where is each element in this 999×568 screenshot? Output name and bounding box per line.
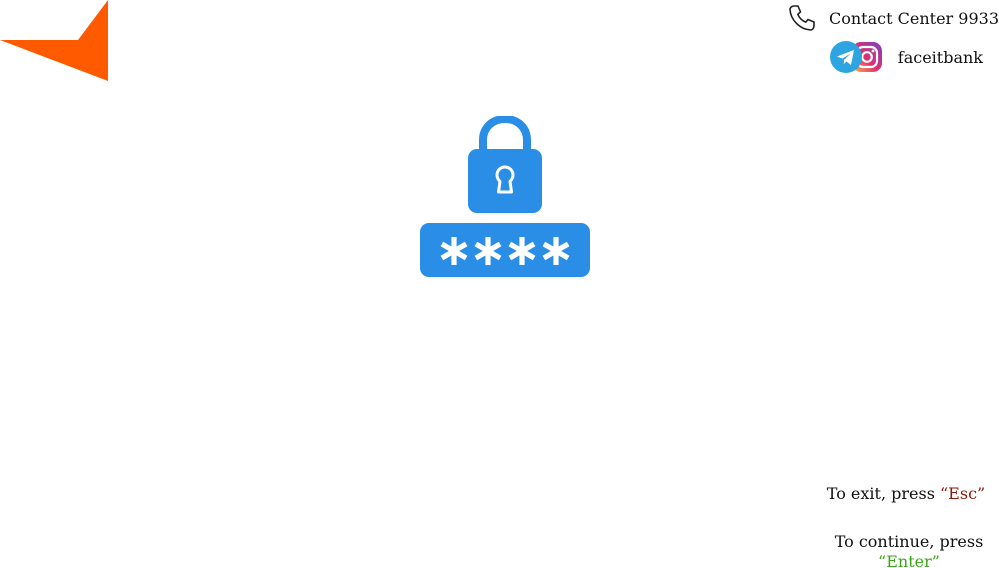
contact-center-label: Contact Center 9933 (829, 8, 999, 28)
pin-field (420, 223, 590, 277)
social-handle: faceitbank (897, 47, 983, 67)
exit-hint-label: To exit, press (826, 484, 935, 503)
social-links[interactable]: faceitbank (829, 40, 983, 74)
lock-pin-icon (420, 116, 590, 277)
exit-hint: To exit, press “Esc” (821, 484, 991, 504)
enter-key-label: “Enter” (878, 552, 940, 568)
lock-body (468, 149, 542, 213)
social-icons (829, 40, 884, 74)
contact-center[interactable]: Contact Center 9933 (787, 4, 999, 32)
phone-icon (789, 5, 815, 31)
continue-hint: To continue, press “Enter” (829, 532, 989, 568)
esc-key-label: “Esc” (940, 484, 986, 503)
lock-shackle (479, 116, 531, 150)
pin-entry-screen: Contact Center 9933 faceitbank To exit, … (0, 0, 999, 568)
brand-logo (0, 0, 108, 81)
continue-hint-label: To continue, press (834, 532, 984, 551)
telegram-icon[interactable] (829, 41, 862, 73)
